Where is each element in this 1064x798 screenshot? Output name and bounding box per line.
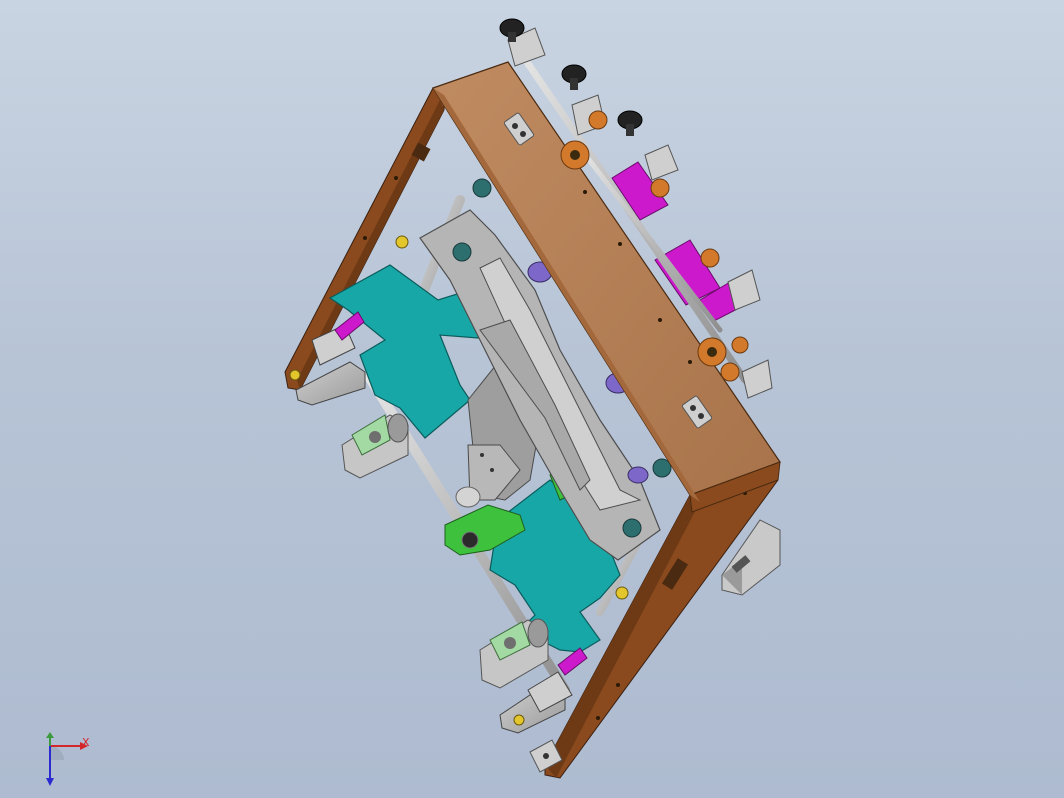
pillow-block-bearing-upper — [341, 413, 409, 479]
magenta-clamp-lower — [557, 647, 588, 676]
cad-viewport[interactable]: X — [0, 0, 1064, 798]
cad-model-3d-view[interactable] — [0, 0, 1064, 798]
pillow-block-bearing-lower — [479, 618, 549, 689]
x-axis-label: X — [82, 736, 90, 749]
